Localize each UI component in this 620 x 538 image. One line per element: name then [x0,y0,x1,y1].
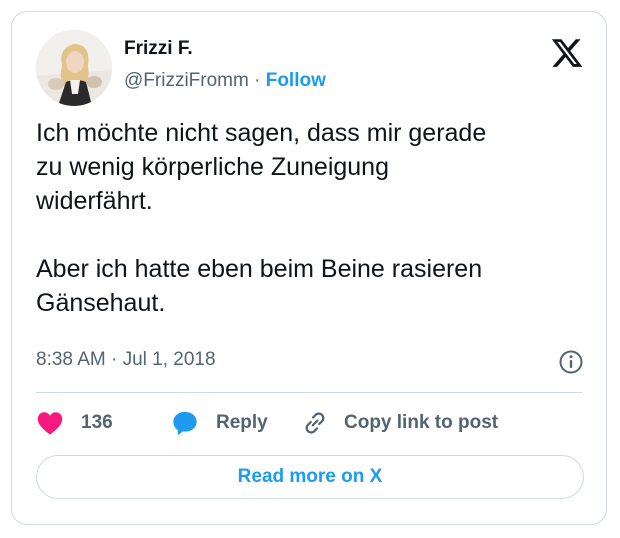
like-count: 136 [81,412,113,433]
divider [36,392,582,393]
copy-link-label: Copy link to post [344,412,499,433]
tweet-line: zu wenig körperliche Zuneigung [36,153,389,181]
tweet-line: widerfährt. [36,187,153,215]
follow-button[interactable]: Follow [266,70,326,91]
tweet-timestamp[interactable]: 8:38 AM · Jul 1, 2018 [36,349,216,371]
reply-bubble-icon [173,411,197,436]
tweet-line: Aber ich hatte eben beim Beine rasieren [36,255,483,283]
tweet-line: Gänsehaut. [36,289,166,317]
like-button[interactable]: 136 [36,408,113,438]
link-icon [305,412,325,434]
heart-icon [37,412,63,435]
handle-separator: · [254,70,261,91]
tweet-text: Ich möchte nicht sagen, dass mir gerade … [36,116,596,320]
reply-label: Reply [216,412,268,433]
avatar[interactable] [36,30,112,106]
read-more-button[interactable]: Read more on X [36,455,584,499]
tweet-card: Frizzi F. @FrizziFromm · Follow Ich möch… [11,11,607,525]
info-icon[interactable] [558,349,584,375]
reply-button[interactable]: Reply [171,408,268,438]
author-handle[interactable]: @FrizziFromm [124,70,249,91]
tweet-line: Ich möchte nicht sagen, dass mir gerade [36,119,487,147]
author-name[interactable]: Frizzi F. [124,38,193,60]
copy-link-button[interactable]: Copy link to post [300,408,498,438]
author-handle-row: @FrizziFromm · Follow [124,70,326,92]
x-logo-icon[interactable] [550,36,584,70]
